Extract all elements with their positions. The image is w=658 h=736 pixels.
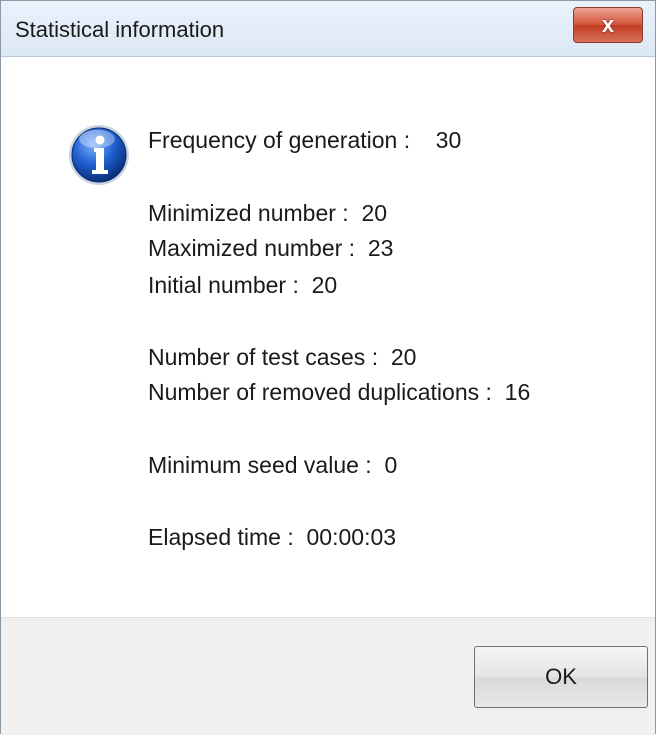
maximized-number-text: Maximized number : 23	[148, 235, 394, 261]
close-icon: x	[601, 12, 615, 37]
elapsed-time-text: Elapsed time : 00:00:03	[148, 524, 397, 550]
minimum-seed-value-text: Minimum seed value : 0	[148, 452, 398, 478]
close-button[interactable]: x	[573, 7, 643, 43]
removed-duplications-text: Number of removed duplications : 16	[148, 379, 531, 405]
title-bar[interactable]: Statistical information x	[1, 1, 655, 57]
dialog-content: Frequency of generation : 30 Minimized n…	[1, 57, 655, 617]
ok-button[interactable]: OK	[474, 646, 648, 708]
frequency-of-generation-text: Frequency of generation : 30	[148, 127, 462, 153]
button-bar: OK	[1, 617, 655, 735]
window-title: Statistical information	[15, 17, 225, 42]
number-of-test-cases-text: Number of test cases : 20	[148, 344, 417, 370]
dialog-window: Statistical information x Frequency of g…	[0, 0, 656, 735]
minimized-number-text: Minimized number : 20	[148, 200, 388, 226]
information-icon	[69, 125, 129, 185]
initial-number-text: Initial number : 20	[148, 272, 338, 298]
